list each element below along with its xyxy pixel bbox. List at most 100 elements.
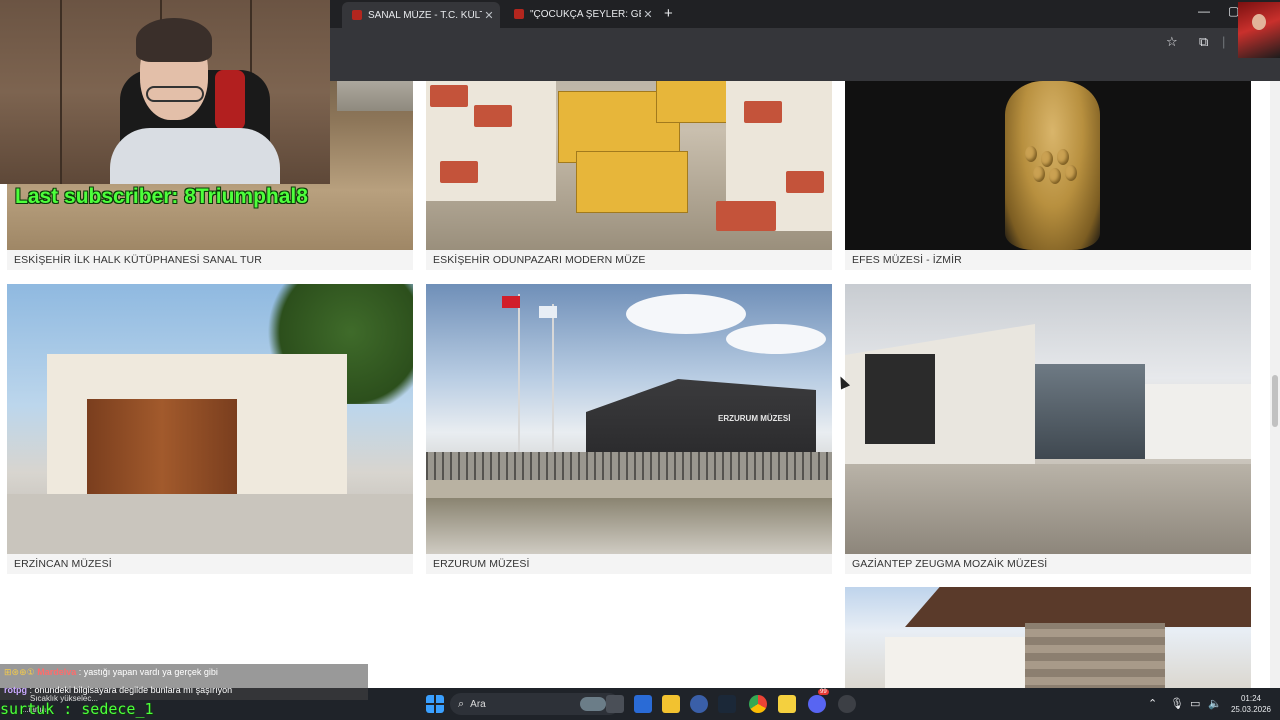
- roof-shape: [905, 587, 1251, 627]
- white-flag: [539, 306, 557, 318]
- statue-detail: [1057, 149, 1069, 165]
- house-roof: [786, 171, 824, 193]
- person-hair: [136, 18, 212, 62]
- toolbar-divider: |: [1222, 34, 1226, 49]
- chair-accent: [215, 70, 245, 130]
- sticky-notes-icon[interactable]: [778, 695, 796, 713]
- dark-panel: [865, 354, 935, 444]
- tab-title: "ÇOCUKÇA ŞEYLER: GEÇMİŞTEN: [530, 8, 641, 20]
- walkway-shape: [426, 498, 832, 554]
- overlay-command-text: surtuk : sedece_1: [0, 700, 154, 718]
- thumbnail-face: [1252, 14, 1266, 30]
- notification-badge: 99: [818, 689, 829, 695]
- site-favicon-icon: [514, 9, 524, 19]
- flagpole: [518, 294, 520, 454]
- calculator-icon[interactable]: [634, 695, 652, 713]
- tab-sanal-muze[interactable]: SANAL MÜZE - T.C. KÜLTÜR VE ✕: [342, 2, 500, 28]
- cabinet-line: [60, 0, 62, 184]
- shelf-shape: [337, 81, 413, 111]
- modern-museum-block: [576, 151, 688, 213]
- museum-title[interactable]: ERZİNCAN MÜZESİ: [7, 554, 413, 574]
- chat-message: : yastığı yapan vardı ya gerçek gibi: [78, 667, 218, 677]
- museum-card[interactable]: EFES MÜZESİ - İZMİR: [845, 81, 1251, 270]
- house-roof: [474, 105, 512, 127]
- chat-badges-icon: ⊞⊛⊕①: [4, 667, 35, 677]
- museum-card[interactable]: ESKİŞEHİR ODUNPAZARI MODERN MÜZE: [426, 81, 832, 270]
- statue-detail: [1033, 166, 1045, 182]
- flagpole: [552, 304, 554, 454]
- microphone-icon[interactable]: 🎙: [1170, 697, 1184, 710]
- discord-icon[interactable]: 99: [808, 689, 829, 713]
- steam-icon[interactable]: [718, 695, 736, 713]
- search-placeholder: Ara: [470, 698, 486, 710]
- search-highlight-image: [580, 697, 606, 711]
- side-building: [1145, 384, 1251, 459]
- new-tab-button[interactable]: +: [664, 5, 673, 22]
- house-roof: [744, 101, 782, 123]
- file-explorer-icon[interactable]: [662, 695, 680, 713]
- museum-title[interactable]: ERZURUM MÜZESİ: [426, 554, 832, 574]
- windows-taskbar: ⌕ Ara 99 ⌃ 🎙 ▭ 🔈 01:24 25.03.2026: [368, 688, 1280, 720]
- scrollbar-thumb[interactable]: [1272, 375, 1278, 427]
- museum-card[interactable]: [845, 587, 1251, 688]
- cloud-shape: [726, 324, 826, 354]
- windows-start-icon[interactable]: [426, 695, 444, 713]
- museum-title[interactable]: ESKİŞEHİR İLK HALK KÜTÜPHANESİ SANAL TUR: [7, 250, 413, 270]
- turkish-flag: [502, 296, 520, 308]
- webcam-overlay: [0, 0, 330, 184]
- bookmark-star-icon[interactable]: ☆: [1166, 34, 1178, 50]
- wooden-facade: [87, 399, 237, 499]
- museum-card[interactable]: ERZURUM MÜZESİ ERZURUM MÜZESİ: [426, 284, 832, 574]
- artemis-statue: [1005, 81, 1100, 250]
- museum-thumbnail-image[interactable]: [845, 587, 1251, 688]
- plaza-shape: [845, 464, 1251, 554]
- close-tab-icon[interactable]: ✕: [641, 8, 655, 21]
- chrome-icon[interactable]: [749, 695, 767, 713]
- museum-thumbnail-image[interactable]: [7, 284, 413, 554]
- museum-title[interactable]: ESKİŞEHİR ODUNPAZARI MODERN MÜZE: [426, 250, 832, 270]
- news-thumbnail-image: [1238, 2, 1280, 58]
- vpn-icon[interactable]: [690, 695, 708, 713]
- extensions-icon[interactable]: ⧉: [1199, 34, 1208, 50]
- museum-thumbnail-image[interactable]: [845, 81, 1251, 250]
- tab-cocukca-seyler[interactable]: "ÇOCUKÇA ŞEYLER: GEÇMİŞTEN ✕: [504, 4, 659, 24]
- tab-title: SANAL MÜZE - T.C. KÜLTÜR VE: [368, 9, 482, 21]
- close-tab-icon[interactable]: ✕: [482, 9, 496, 22]
- modern-museum-block: [656, 81, 728, 123]
- stone-wall: [1025, 623, 1165, 688]
- museum-card[interactable]: GAZİANTEP ZEUGMA MOZAİK MÜZESİ: [845, 284, 1251, 574]
- museum-thumbnail-image[interactable]: ERZURUM MÜZESİ: [426, 284, 832, 554]
- statue-detail: [1041, 151, 1053, 167]
- statue-detail: [1049, 168, 1061, 184]
- chat-line: ⊞⊛⊕① Mardelva : yastığı yapan vardı ya g…: [4, 667, 218, 678]
- obs-icon[interactable]: [838, 695, 856, 713]
- task-view-icon[interactable]: [606, 695, 624, 713]
- page-scrollbar[interactable]: [1270, 81, 1280, 688]
- person-shirt: [110, 128, 280, 184]
- chat-username: Mardelva: [37, 667, 77, 677]
- fence-shape: [426, 452, 832, 482]
- wall-shape: [426, 480, 832, 500]
- taskbar-search-input[interactable]: ⌕ Ara: [450, 693, 620, 715]
- clock-time: 01:24: [1240, 694, 1262, 703]
- taskbar-clock[interactable]: 01:24 25.03.2026: [1228, 693, 1274, 715]
- tray-overflow-icon[interactable]: ⌃: [1148, 697, 1157, 710]
- museum-title[interactable]: GAZİANTEP ZEUGMA MOZAİK MÜZESİ: [845, 554, 1251, 574]
- display-icon[interactable]: ▭: [1190, 697, 1200, 710]
- site-favicon-icon: [352, 10, 362, 20]
- search-icon: ⌕: [458, 697, 465, 710]
- house-roof: [430, 85, 468, 107]
- statue-detail: [1065, 165, 1077, 181]
- museum-thumbnail-image[interactable]: [845, 284, 1251, 554]
- museum-card[interactable]: ERZİNCAN MÜZESİ: [7, 284, 413, 574]
- statue-detail: [1025, 146, 1037, 162]
- glass-entrance: [1035, 364, 1145, 459]
- house-roof: [440, 161, 478, 183]
- speaker-icon[interactable]: 🔈: [1208, 697, 1222, 710]
- minimize-window-button[interactable]: —: [1198, 4, 1210, 18]
- museum-title[interactable]: EFES MÜZESİ - İZMİR: [845, 250, 1251, 270]
- museum-thumbnail-image[interactable]: [426, 81, 832, 250]
- cloud-shape: [626, 294, 746, 334]
- clock-date: 25.03.2026: [1230, 705, 1272, 714]
- house-roof: [716, 201, 776, 231]
